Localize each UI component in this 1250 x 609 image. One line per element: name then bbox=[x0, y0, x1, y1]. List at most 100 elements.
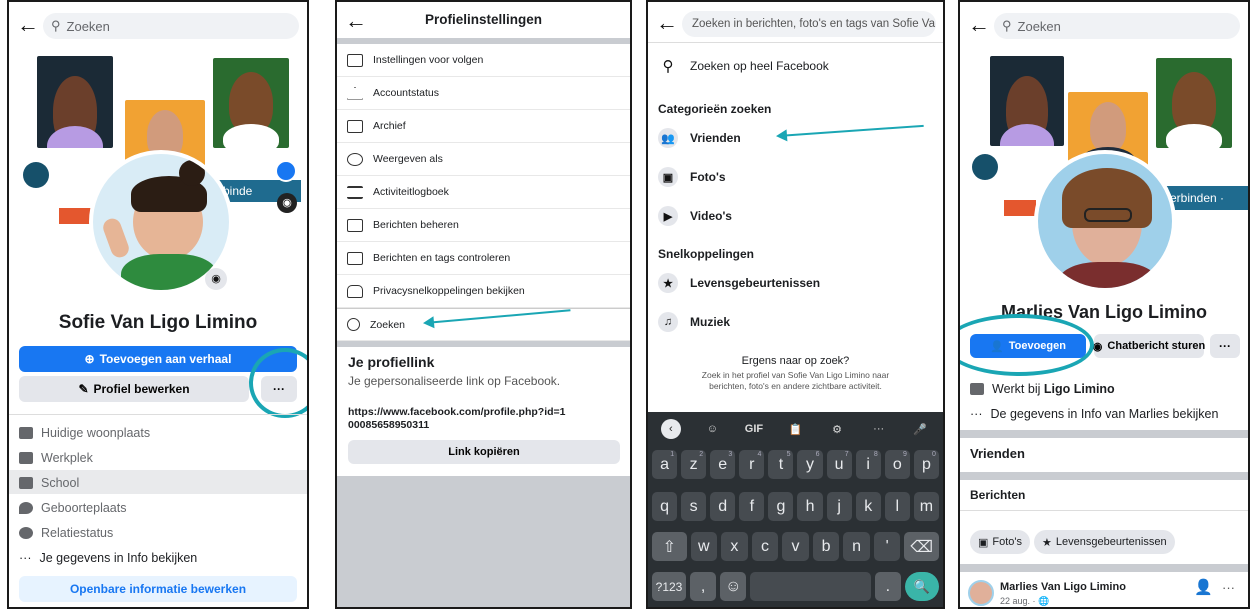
photo-icon: ▣ bbox=[978, 536, 989, 549]
key-z[interactable]: z2 bbox=[681, 450, 707, 479]
space-key[interactable] bbox=[750, 572, 871, 601]
key-a[interactable]: a1 bbox=[652, 450, 678, 479]
gif-key[interactable]: GIF bbox=[735, 416, 773, 442]
more-options-button[interactable]: ··· bbox=[1210, 334, 1240, 358]
key-e[interactable]: e3 bbox=[710, 450, 736, 479]
search-key[interactable]: 🔍 bbox=[904, 572, 939, 601]
key-u[interactable]: u7 bbox=[826, 450, 852, 479]
detail-school[interactable]: School bbox=[19, 476, 79, 490]
key-n[interactable]: n bbox=[843, 532, 870, 561]
detail-hometown[interactable]: Huidige woonplaats bbox=[19, 426, 150, 440]
key-g[interactable]: g bbox=[768, 492, 794, 521]
microphone-icon[interactable]: 🎤 bbox=[901, 416, 939, 442]
edit-profile-button[interactable]: ✎ Profiel bewerken bbox=[19, 376, 249, 402]
key-p[interactable]: p0 bbox=[913, 450, 939, 479]
category-videos[interactable]: ▶ Video's bbox=[658, 206, 732, 226]
key-k[interactable]: k bbox=[855, 492, 881, 521]
menu-item-privacy-shortcuts[interactable]: Privacysnelkoppelingen bekijken bbox=[337, 275, 630, 308]
menu-item-activity-log[interactable]: Activiteitlogboek bbox=[337, 176, 630, 209]
avatar[interactable] bbox=[1034, 150, 1176, 292]
backspace-key[interactable]: ⌫ bbox=[904, 532, 939, 561]
music-icon: ♫ bbox=[658, 312, 678, 332]
life-events-chip[interactable]: ★ Levensgebeurtenissen bbox=[1034, 530, 1175, 554]
key-hint: 1 bbox=[670, 451, 675, 458]
home-icon bbox=[19, 427, 33, 439]
emoji-key[interactable]: ☺ bbox=[720, 572, 747, 601]
video-icon: ▶ bbox=[658, 206, 678, 226]
clipboard-icon[interactable]: 📋 bbox=[777, 416, 815, 442]
shift-key[interactable]: ⇧ bbox=[652, 532, 687, 561]
key-m[interactable]: m bbox=[913, 492, 939, 521]
shortcut-music[interactable]: ♫ Muziek bbox=[658, 312, 730, 332]
detail-birthplace[interactable]: Geboorteplaats bbox=[19, 501, 126, 515]
warning-icon bbox=[347, 86, 363, 100]
key-f[interactable]: f bbox=[739, 492, 765, 521]
avatar-camera-icon[interactable]: ◉ bbox=[205, 268, 227, 290]
copy-link-button[interactable]: Link kopiëren bbox=[348, 440, 620, 464]
key-x[interactable]: x bbox=[721, 532, 748, 561]
key-i[interactable]: i8 bbox=[855, 450, 881, 479]
see-info-link[interactable]: ··· De gegevens in Info van Marlies bekij… bbox=[970, 407, 1218, 421]
camera-icon[interactable]: ◉ bbox=[277, 193, 297, 213]
key-j[interactable]: j bbox=[826, 492, 852, 521]
menu-item-account-status[interactable]: Accountstatus bbox=[337, 77, 630, 110]
ellipsis-icon: ··· bbox=[970, 407, 983, 421]
search-bar[interactable]: ⚲ Zoeken bbox=[43, 13, 299, 39]
category-photos[interactable]: ▣ Foto's bbox=[658, 167, 726, 187]
back-arrow-icon[interactable]: ← bbox=[17, 14, 39, 36]
menu-item-manage-posts[interactable]: Berichten beheren bbox=[337, 209, 630, 242]
key-s[interactable]: s bbox=[681, 492, 707, 521]
profile-link-title: Je profiellink bbox=[348, 354, 435, 370]
key-o[interactable]: o9 bbox=[884, 450, 910, 479]
key-d[interactable]: d bbox=[710, 492, 736, 521]
settings-gear-icon[interactable]: ⚙ bbox=[818, 416, 856, 442]
briefcase-icon bbox=[19, 452, 33, 464]
list-icon bbox=[347, 185, 363, 199]
profile-name: Sofie Van Ligo Limino bbox=[58, 312, 258, 333]
more-icon[interactable]: ··· bbox=[860, 416, 898, 442]
keyboard-collapse-icon[interactable]: ‹ bbox=[652, 416, 690, 442]
photos-chip[interactable]: ▣ Foto's bbox=[970, 530, 1031, 554]
profile-search-input[interactable]: Zoeken in berichten, foto's en tags van … bbox=[682, 11, 936, 37]
add-friend-icon[interactable]: 👤 bbox=[1194, 578, 1213, 596]
plus-circle-icon: ⊕ bbox=[84, 352, 95, 366]
symbols-key[interactable]: ?123 bbox=[652, 572, 687, 601]
key-l[interactable]: l bbox=[884, 492, 910, 521]
post-author-name[interactable]: Marlies Van Ligo Limino bbox=[1000, 581, 1126, 593]
menu-item-review-posts-tags[interactable]: Berichten en tags controleren bbox=[337, 242, 630, 275]
menu-item-view-as[interactable]: Weergeven als bbox=[337, 143, 630, 176]
key-h[interactable]: h bbox=[797, 492, 823, 521]
send-message-button[interactable]: ◉ Chatbericht sturen bbox=[1093, 334, 1205, 358]
key-b[interactable]: b bbox=[812, 532, 840, 561]
key-q[interactable]: q bbox=[652, 492, 678, 521]
search-icon bbox=[347, 318, 360, 331]
edit-public-info-button[interactable]: Openbare informatie bewerken bbox=[19, 576, 297, 602]
menu-item-follow-settings[interactable]: Instellingen voor volgen bbox=[337, 44, 630, 77]
menu-item-search[interactable]: Zoeken bbox=[337, 308, 630, 341]
key-w[interactable]: w bbox=[690, 532, 718, 561]
key-t[interactable]: t5 bbox=[768, 450, 794, 479]
back-arrow-icon[interactable]: ← bbox=[968, 14, 990, 36]
see-info-link[interactable]: ··· Je gegevens in Info bekijken bbox=[19, 551, 197, 565]
search-all-facebook[interactable]: ⚲ Zoeken op heel Facebook bbox=[658, 56, 829, 76]
profile-link-url[interactable]: https://www.facebook.com/profile.php?id=… bbox=[348, 406, 568, 432]
comma-key[interactable]: , bbox=[690, 572, 717, 601]
category-friends[interactable]: 👥 Vrienden bbox=[658, 128, 741, 148]
sticker-icon[interactable]: ☺ bbox=[694, 416, 732, 442]
detail-work[interactable]: Werkplek bbox=[19, 451, 93, 465]
back-arrow-icon[interactable]: ← bbox=[656, 12, 678, 34]
period-key[interactable]: . bbox=[874, 572, 901, 601]
works-at: Werkt bij Ligo Limino bbox=[970, 382, 1115, 396]
friends-section-title[interactable]: Vrienden bbox=[970, 446, 1025, 461]
search-bar[interactable]: ⚲ Zoeken bbox=[994, 13, 1240, 39]
post-more-icon[interactable]: ··· bbox=[1222, 580, 1235, 595]
key-v[interactable]: v bbox=[782, 532, 809, 561]
menu-item-archive[interactable]: Archief bbox=[337, 110, 630, 143]
key-r[interactable]: r4 bbox=[739, 450, 765, 479]
shortcut-life-events[interactable]: ★ Levensgebeurtenissen bbox=[658, 273, 820, 293]
detail-relationship[interactable]: Relatiestatus bbox=[19, 526, 113, 540]
key-y[interactable]: y6 bbox=[797, 450, 823, 479]
key-apostrophe[interactable]: ' bbox=[873, 532, 901, 561]
post-author-avatar[interactable] bbox=[968, 580, 994, 606]
key-c[interactable]: c bbox=[751, 532, 779, 561]
